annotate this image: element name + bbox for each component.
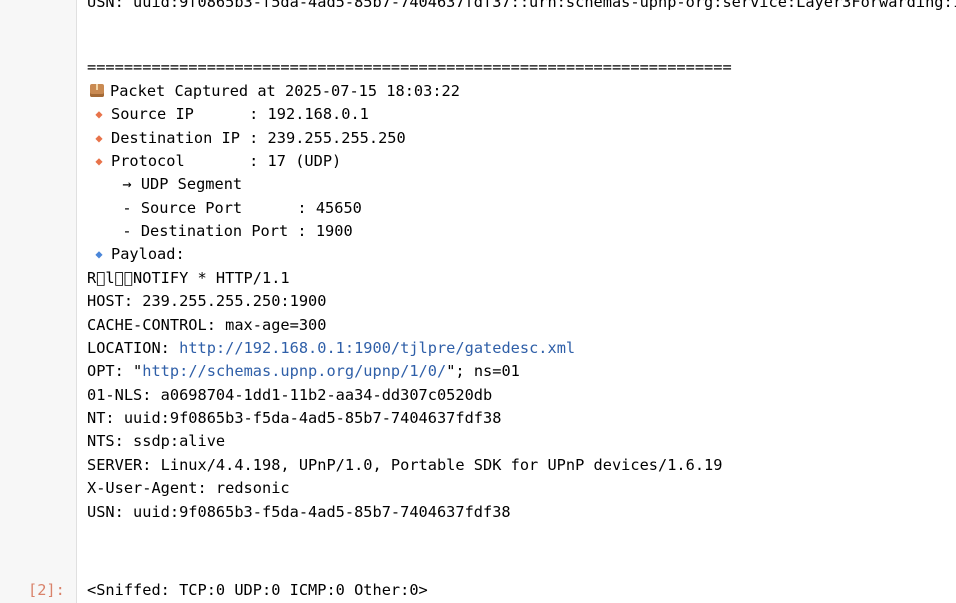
cell-execution-count: [2]: [28,581,65,599]
package-icon [90,84,104,97]
orange-diamond-icon: ◆ [95,107,103,121]
protocol-row: ◆ Protocol : 17 (UDP) [87,151,341,171]
payload-usn-line: USN: uuid:9f0865b3-f5da-4ad5-85b7-740463… [87,503,511,521]
source-ip-row: ◆ Source IP : 192.168.0.1 [87,104,369,124]
destination-ip-text: Destination IP : 239.255.255.250 [111,129,406,147]
payload-notify-line: R l  NOTIFY * HTTP/1.1 [87,269,290,287]
location-prefix: LOCATION: [87,339,180,357]
payload-row: ◆ Payload: [87,244,185,264]
separator-line: ========================================… [87,58,732,76]
cell-gutter [0,0,77,603]
previous-usn-line: USN: uuid:9f0865b3-f5da-4ad5-85b7-740463… [87,0,956,11]
orange-diamond-icon: ◆ [95,154,103,168]
payload-nts-line: NTS: ssdp:alive [87,432,226,450]
packet-header: Packet Captured at 2025-07-15 18:03:22 [87,81,460,101]
opt-prefix: OPT: " [87,362,143,380]
payload-user-agent-line: X-User-Agent: redsonic [87,479,290,497]
destination-ip-row: ◆ Destination IP : 239.255.255.250 [87,128,406,148]
payload-host-line: HOST: 239.255.255.250:1900 [87,292,327,310]
location-link[interactable]: http://192.168.0.1:1900/tjlpre/gatedesc.… [179,339,575,357]
payload-opt-line: OPT: "http://schemas.upnp.org/upnp/1/0/"… [87,361,520,381]
destination-port-row: - Destination Port : 1900 [104,222,353,240]
source-ip-text: Source IP : 192.168.0.1 [111,105,369,123]
protocol-text: Protocol : 17 (UDP) [111,152,342,170]
payload-label: Payload: [111,245,185,263]
payload-location-line: LOCATION: http://192.168.0.1:1900/tjlpre… [87,338,575,358]
packet-header-text: Packet Captured at 2025-07-15 18:03:22 [110,82,460,100]
blue-diamond-icon: ◆ [95,247,103,261]
source-port-row: - Source Port : 45650 [104,199,362,217]
sniffed-summary: <Sniffed: TCP:0 UDP:0 ICMP:0 Other:0> [87,581,428,599]
payload-cache-control-line: CACHE-CONTROL: max-age=300 [87,316,327,334]
payload-server-line: SERVER: Linux/4.4.198, UPnP/1.0, Portabl… [87,456,723,474]
cell-output-area: USN: uuid:9f0865b3-f5da-4ad5-85b7-740463… [87,0,956,603]
orange-diamond-icon: ◆ [95,131,103,145]
udp-segment-row: → UDP Segment [104,175,243,193]
payload-nls-line: 01-NLS: a0698704-1dd1-11b2-aa34-dd307c05… [87,386,493,404]
payload-nt-line: NT: uuid:9f0865b3-f5da-4ad5-85b7-7404637… [87,409,502,427]
opt-link[interactable]: http://schemas.upnp.org/upnp/1/0/ [142,362,446,380]
opt-suffix: "; ns=01 [446,362,520,380]
